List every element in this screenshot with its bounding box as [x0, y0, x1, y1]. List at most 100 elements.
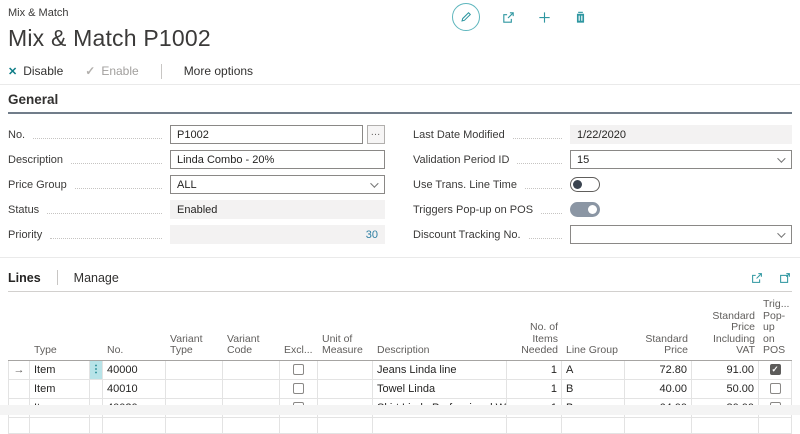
more-options-label: More options [184, 64, 253, 78]
col-items-needed[interactable]: No. of Items Needed [507, 320, 562, 360]
col-unit-of-measure[interactable]: Unit of Measure [318, 332, 373, 360]
assist-edit-button[interactable] [367, 125, 385, 144]
col-standard-price[interactable]: Standard Price [625, 332, 692, 360]
cell-variant-type[interactable] [166, 361, 223, 379]
priority-label: Priority [8, 229, 42, 241]
dotted-leader [513, 130, 562, 139]
disable-button[interactable]: Disable [8, 64, 63, 78]
cell-variant-code[interactable] [223, 380, 280, 398]
edit-button[interactable] [452, 3, 480, 31]
col-standard-price-vat[interactable]: Standard Price Including VAT [692, 309, 759, 360]
breadcrumb[interactable]: Mix & Match [8, 7, 69, 19]
cell-variant-type[interactable] [166, 380, 223, 398]
cell-line-group[interactable]: B [562, 380, 625, 398]
chevron-down-icon [777, 154, 785, 162]
cell-variant-type[interactable] [166, 418, 223, 433]
validation-period-select[interactable]: 15 [570, 150, 792, 169]
description-label: Description [8, 154, 63, 166]
cell-variant-code[interactable] [223, 418, 280, 433]
field-last-date-modified: Last Date Modified 1/22/2020 [413, 122, 792, 147]
dotted-leader [541, 205, 562, 214]
col-type[interactable]: Type [30, 343, 90, 360]
new-button[interactable] [537, 10, 552, 25]
last-date-modified-label: Last Date Modified [413, 129, 505, 141]
col-variant-code[interactable]: Variant Code [223, 332, 280, 360]
cell-description[interactable] [373, 418, 507, 433]
cell-no[interactable] [103, 418, 166, 433]
use-trans-line-time-toggle[interactable] [570, 177, 600, 192]
lines-top-divider [0, 257, 800, 258]
cell-items-needed[interactable]: 1 [507, 361, 562, 379]
cell-no[interactable]: 40000 [103, 361, 166, 379]
row-menu-icon[interactable] [90, 380, 103, 398]
cell-unit-of-measure[interactable] [318, 380, 373, 398]
field-use-trans-line-time: Use Trans. Line Time [413, 172, 792, 197]
cell-type[interactable]: Item [30, 361, 90, 379]
price-group-label: Price Group [8, 179, 67, 191]
current-row-arrow [8, 361, 30, 379]
cell-no[interactable]: 40010 [103, 380, 166, 398]
field-no: No. P1002 [8, 122, 385, 147]
cell-variant-code[interactable] [223, 361, 280, 379]
no-input[interactable]: P1002 [170, 125, 363, 144]
validation-period-label: Validation Period ID [413, 154, 509, 166]
field-triggers-popup: Triggers Pop-up on POS [413, 197, 792, 222]
row-menu-icon[interactable] [90, 361, 103, 379]
enable-label: Enable [101, 64, 138, 78]
col-description[interactable]: Description [373, 343, 507, 360]
lines-tab-bar: Lines Manage [8, 264, 792, 292]
trigger-popup-checkbox[interactable] [770, 364, 781, 375]
trigger-popup-checkbox[interactable] [770, 383, 781, 394]
plus-icon [537, 10, 552, 25]
discount-tracking-label: Discount Tracking No. [413, 229, 521, 241]
field-discount-tracking: Discount Tracking No. [413, 222, 792, 247]
discount-tracking-select[interactable] [570, 225, 792, 244]
dotted-leader [525, 180, 562, 189]
cell-standard-price[interactable]: 72.80 [625, 361, 692, 379]
cell-description[interactable]: Jeans Linda line [373, 361, 507, 379]
cell-description[interactable]: Towel Linda [373, 380, 507, 398]
price-group-select[interactable]: ALL [170, 175, 385, 194]
description-input[interactable]: Linda Combo - 20% [170, 150, 385, 169]
action-divider [161, 64, 162, 79]
cell-line-group[interactable]: A [562, 361, 625, 379]
col-line-group[interactable]: Line Group [562, 343, 625, 360]
cell-standard-price-vat[interactable] [692, 418, 759, 433]
cell-standard-price-vat[interactable]: 91.00 [692, 361, 759, 379]
table-row: Item 40000 Jeans Linda line 1 A 72.80 91… [8, 361, 792, 380]
share-lines-icon[interactable] [750, 271, 764, 285]
page-title: Mix & Match P1002 [8, 25, 211, 52]
cell-items-needed[interactable] [507, 418, 562, 433]
triggers-popup-toggle[interactable] [570, 202, 600, 217]
cell-standard-price-vat[interactable]: 50.00 [692, 380, 759, 398]
field-status: Status Enabled [8, 197, 385, 222]
col-trigger-popup[interactable]: Trig... Pop-up on POS [759, 297, 792, 360]
enable-button[interactable]: Enable [85, 64, 138, 78]
x-icon [8, 64, 23, 78]
share-button[interactable] [501, 10, 516, 25]
col-variant-type[interactable]: Variant Type [166, 332, 223, 360]
delete-button[interactable] [573, 10, 588, 25]
cell-standard-price[interactable] [625, 418, 692, 433]
cell-unit-of-measure[interactable] [318, 418, 373, 433]
more-options-button[interactable]: More options [184, 64, 253, 78]
dotted-leader [75, 180, 162, 189]
exclude-checkbox[interactable] [293, 364, 304, 375]
dotted-leader [71, 155, 162, 164]
col-exclude[interactable]: Excl... [280, 343, 318, 360]
tab-manage[interactable]: Manage [74, 271, 119, 285]
priority-value-link[interactable]: 30 [366, 229, 378, 241]
cell-line-group[interactable] [562, 418, 625, 433]
no-label: No. [8, 129, 25, 141]
exclude-checkbox[interactable] [293, 383, 304, 394]
cell-unit-of-measure[interactable] [318, 361, 373, 379]
cell-items-needed[interactable]: 1 [507, 380, 562, 398]
cell-type[interactable]: Item [30, 380, 90, 398]
tab-lines[interactable]: Lines [8, 271, 41, 285]
col-no[interactable]: No. [103, 343, 166, 360]
page-action-icons [452, 3, 588, 31]
dotted-leader [33, 130, 162, 139]
cell-type[interactable] [30, 418, 90, 433]
open-in-window-icon[interactable] [778, 271, 792, 285]
cell-standard-price[interactable]: 40.00 [625, 380, 692, 398]
